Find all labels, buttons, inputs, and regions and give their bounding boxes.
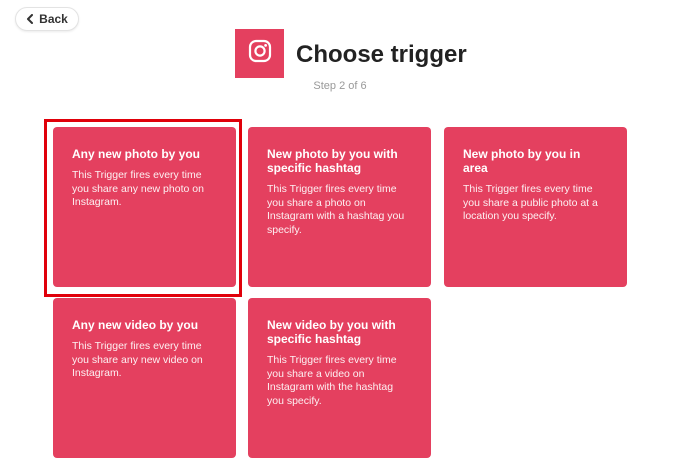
trigger-card-title: New photo by you with specific hashtag bbox=[267, 147, 398, 175]
trigger-card-title: Any new video by you bbox=[72, 318, 199, 332]
trigger-card-new-video-hashtag[interactable]: New video by you with specific hashtag T… bbox=[248, 298, 431, 458]
trigger-card-title: Any new photo by you bbox=[72, 147, 200, 161]
trigger-card-any-new-video[interactable]: Any new video by you This Trigger fires … bbox=[53, 298, 236, 458]
instagram-service-logo bbox=[235, 29, 284, 78]
instagram-icon bbox=[248, 39, 272, 68]
step-indicator: Step 2 of 6 bbox=[313, 80, 367, 92]
chevron-left-icon bbox=[26, 14, 34, 24]
trigger-card-description: This Trigger fires every time you share … bbox=[267, 183, 405, 236]
trigger-card-new-photo-area[interactable]: New photo by you in area This Trigger fi… bbox=[444, 127, 627, 287]
trigger-card-description: This Trigger fires every time you share … bbox=[267, 354, 397, 407]
trigger-card-new-photo-hashtag[interactable]: New photo by you with specific hashtag T… bbox=[248, 127, 431, 287]
trigger-card-title: New video by you with specific hashtag bbox=[267, 318, 396, 346]
trigger-card-description: This Trigger fires every time you share … bbox=[72, 340, 203, 379]
back-button-label: Back bbox=[39, 12, 68, 26]
trigger-card-description: This Trigger fires every time you share … bbox=[72, 169, 204, 208]
trigger-card-description: This Trigger fires every time you share … bbox=[463, 183, 598, 222]
trigger-card-any-new-photo[interactable]: Any new photo by you This Trigger fires … bbox=[53, 127, 236, 287]
back-button[interactable]: Back bbox=[15, 7, 79, 31]
page-title: Choose trigger bbox=[296, 41, 467, 68]
trigger-card-title: New photo by you in area bbox=[463, 147, 581, 175]
